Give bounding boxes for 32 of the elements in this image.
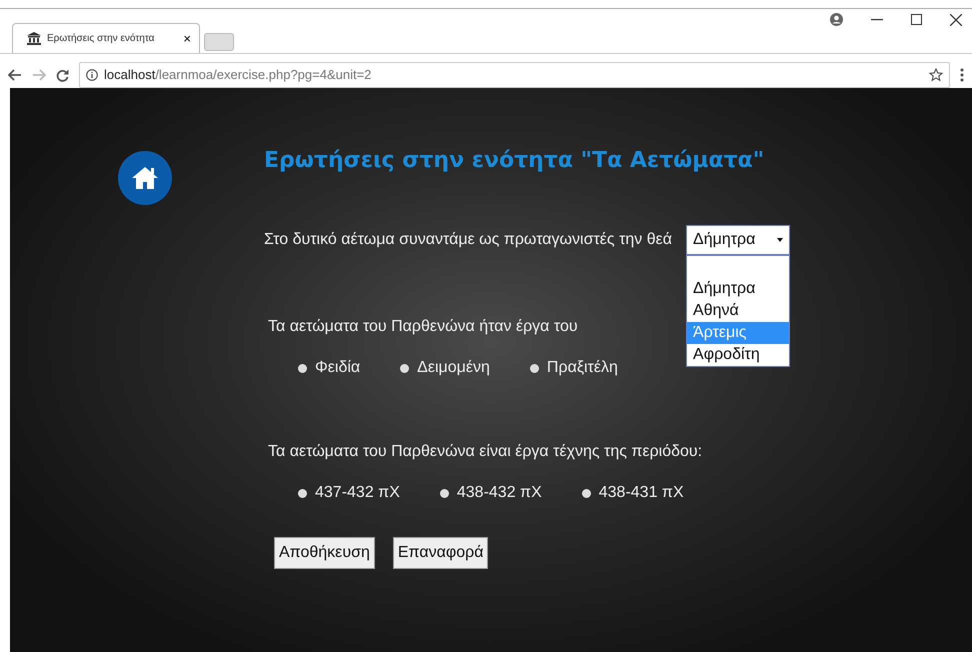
maximize-icon[interactable] bbox=[911, 14, 922, 25]
museum-icon bbox=[27, 32, 41, 45]
back-icon[interactable] bbox=[8, 69, 22, 81]
profile-icon[interactable] bbox=[830, 13, 843, 26]
minimize-icon[interactable] bbox=[871, 18, 883, 20]
dropdown-option[interactable]: Δήμητρα bbox=[687, 278, 790, 300]
close-tab-button[interactable]: × bbox=[183, 32, 191, 45]
select-field[interactable]: Δήμητρα bbox=[686, 225, 790, 256]
option-label: Φειδία bbox=[315, 358, 360, 378]
dropdown-option[interactable]: Αθηνά bbox=[687, 300, 790, 322]
star-icon[interactable] bbox=[929, 68, 943, 82]
home-icon bbox=[131, 166, 159, 190]
page-title: Ερωτήσεις στην ενότητα "Τα Αετώματα" bbox=[264, 148, 766, 174]
question-text: Τα αετώματα του Παρθενώνα είναι έργα τέχνης της περιόδου: bbox=[268, 443, 702, 460]
address-bar[interactable]: localhost/learnmoa/exercise.php?pg=4&unit=2 bbox=[79, 62, 950, 88]
tab-title: Ερωτήσεις στην ενότητα bbox=[47, 32, 156, 46]
option-label: 438-432 πΧ bbox=[456, 483, 542, 504]
option-label: 437-432 πΧ bbox=[315, 483, 400, 504]
browser-tab[interactable]: Ερωτήσεις στην ενότητα × bbox=[12, 23, 200, 53]
reload-icon[interactable] bbox=[56, 68, 69, 82]
question-text: Τα αετώματα του Παρθενώνα ήταν έργα του bbox=[268, 318, 578, 336]
option-label: 438-431 πΧ bbox=[598, 483, 684, 504]
question-text: Στο δυτικό αέτωμα συναντάμε ως πρωταγωνιστές την θεά bbox=[264, 230, 672, 250]
close-icon[interactable] bbox=[950, 14, 962, 26]
option-label: Πραξιτέλη bbox=[546, 358, 618, 378]
save-button[interactable]: Αποθήκευση bbox=[274, 537, 375, 570]
menu-icon[interactable] bbox=[960, 68, 964, 82]
option-label: Δειμομένη bbox=[417, 358, 490, 378]
dropdown-option[interactable]: Αφροδίτη bbox=[687, 344, 790, 366]
info-icon bbox=[86, 69, 98, 81]
reset-button[interactable]: Επαναφορά bbox=[392, 537, 488, 570]
url-text: localhost/learnmoa/exercise.php?pg=4&unit=2 bbox=[104, 66, 372, 84]
